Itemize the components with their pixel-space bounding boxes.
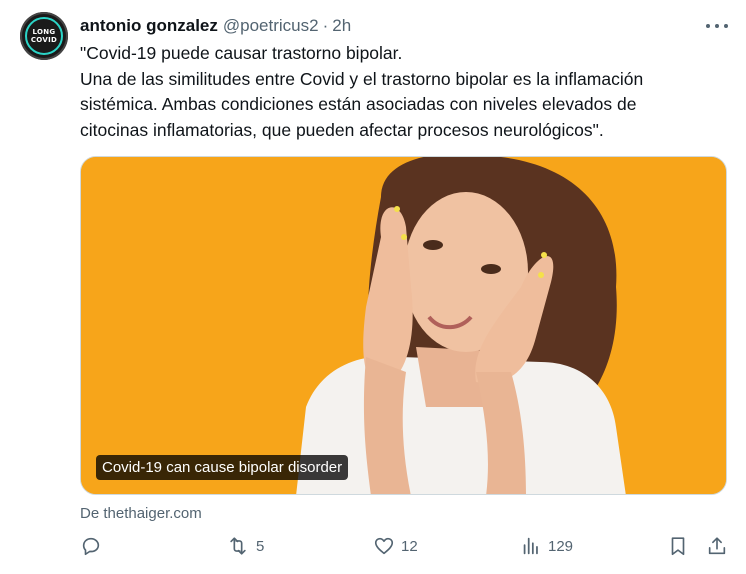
tweet-text-line: citocinas inflamatorias, que pueden afec… — [80, 119, 604, 140]
retweet-button[interactable]: 5 — [226, 535, 264, 557]
reply-button[interactable] — [80, 535, 108, 557]
tweet-card: LONG COVID antonio gonzalez @poetricus2 … — [0, 0, 746, 574]
tweet-text-line: sistémica. Ambas condiciones están asoci… — [80, 94, 637, 114]
avatar[interactable]: LONG COVID — [20, 12, 68, 60]
media-caption: Covid-19 can cause bipolar disorder — [96, 455, 349, 480]
avatar-logo: LONG COVID — [25, 17, 63, 55]
share-button[interactable] — [706, 535, 728, 557]
heart-icon — [374, 537, 394, 555]
author-handle[interactable]: @poetricus2 — [223, 16, 319, 36]
avatar-text-line-1: LONG — [32, 28, 56, 36]
author-name[interactable]: antonio gonzalez — [80, 16, 218, 36]
views-count: 129 — [548, 537, 574, 555]
tweet-header: antonio gonzalez @poetricus2 · 2h — [80, 16, 351, 36]
tweet-text-line: Una de las similitudes entre Covid y el … — [80, 68, 644, 89]
more-options-icon[interactable] — [706, 24, 728, 30]
share-icon — [708, 537, 726, 555]
like-count: 12 — [401, 537, 418, 555]
tweet-text-line: "Covid-19 puede causar trastorno bipolar… — [80, 43, 403, 63]
action-bar: 5 12 129 — [80, 535, 740, 565]
views-chart-icon — [523, 537, 538, 555]
link-source[interactable]: De thethaiger.com — [80, 505, 202, 522]
views-button[interactable]: 129 — [520, 535, 573, 557]
tweet-media-image[interactable]: Covid-19 can cause bipolar disorder — [80, 156, 727, 495]
bookmark-icon — [671, 537, 685, 556]
header-separator: · — [322, 16, 329, 35]
tweet-text: "Covid-19 puede causar trastorno bipolar… — [80, 41, 720, 143]
avatar-text-line-2: COVID — [30, 36, 58, 44]
media-illustration — [81, 157, 726, 494]
bookmark-button[interactable] — [667, 535, 689, 557]
like-button[interactable]: 12 — [373, 535, 418, 557]
retweet-count: 5 — [256, 537, 265, 555]
retweet-icon — [230, 537, 246, 555]
reply-icon — [82, 537, 100, 556]
tweet-timestamp[interactable]: 2h — [332, 16, 351, 36]
